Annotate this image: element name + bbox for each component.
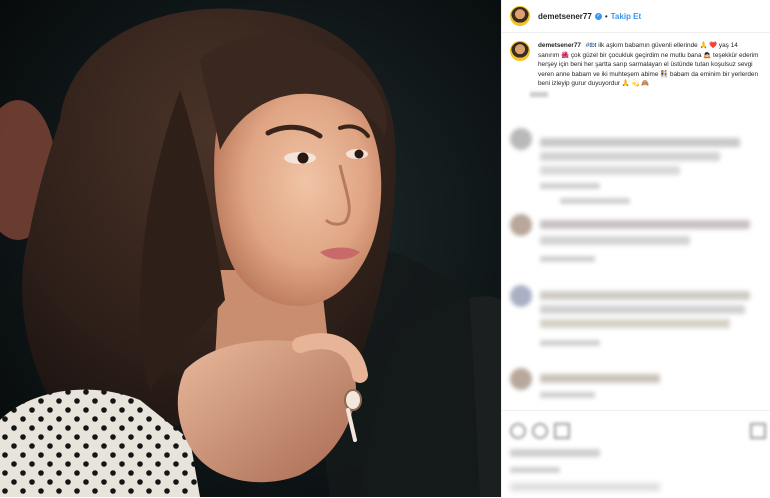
post-header: demetsener77 ✓ • Takip Et (502, 0, 770, 33)
heart-icon[interactable] (510, 423, 526, 439)
user-avatar[interactable] (510, 6, 530, 26)
comment-item (510, 368, 760, 408)
comment-item (510, 128, 760, 208)
comment-avatar (510, 214, 532, 236)
caption-username[interactable]: demetsener77 (538, 42, 581, 49)
comment-meta-blurred (540, 340, 600, 346)
share-icon[interactable] (554, 423, 570, 439)
comment-meta-blurred (540, 256, 595, 262)
comment-item (510, 214, 760, 279)
comment-avatar (510, 128, 532, 150)
comment-meta-blurred (540, 183, 600, 189)
comment-text-blurred (540, 138, 740, 147)
comment-text-blurred (540, 374, 660, 383)
follow-button[interactable]: Takip Et (611, 12, 642, 21)
caption-text-block: demetsener77 #tbt ilk aşkım babamın güve… (538, 41, 760, 89)
comment-item (510, 285, 760, 365)
photo-image (0, 0, 501, 497)
comment-text-blurred (540, 220, 750, 229)
caption-avatar[interactable] (510, 41, 530, 61)
comment-text-blurred (540, 166, 680, 175)
separator-dot: • (604, 11, 608, 21)
likes-count-blurred (510, 449, 600, 457)
post-photo[interactable] (0, 0, 501, 497)
comment-text-blurred (540, 291, 750, 300)
caption-hashtag[interactable]: #tbt (586, 42, 597, 49)
verified-badge-icon: ✓ (594, 12, 602, 20)
comment-text-blurred (540, 305, 745, 314)
add-comment-blurred[interactable] (510, 483, 660, 491)
comment-text-blurred (540, 152, 720, 161)
username-link[interactable]: demetsener77 (538, 12, 592, 21)
comment-meta-blurred (560, 198, 630, 204)
comment-text-blurred (540, 319, 730, 328)
comment-avatar (510, 285, 532, 307)
bookmark-icon[interactable] (750, 423, 766, 439)
post-date-blurred (510, 467, 560, 473)
comment-icon[interactable] (532, 423, 548, 439)
comment-avatar (510, 368, 532, 390)
caption-meta-blurred (530, 91, 760, 99)
comment-meta-blurred (540, 392, 595, 398)
post-actions-bar (502, 410, 770, 498)
post-sidebar: demetsener77 ✓ • Takip Et demetsener77 #… (501, 0, 770, 497)
comment-text-blurred (540, 236, 690, 245)
post-caption: demetsener77 #tbt ilk aşkım babamın güve… (502, 33, 770, 99)
